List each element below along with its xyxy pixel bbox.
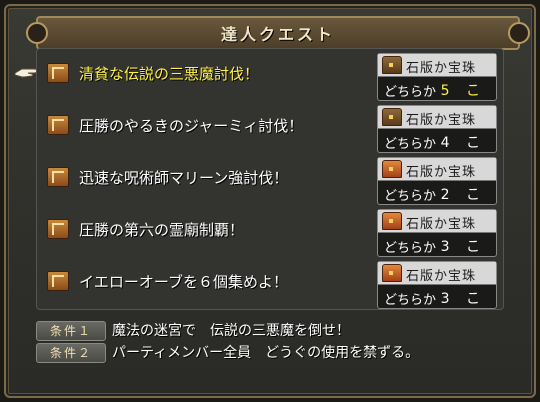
pointing-hand-icon xyxy=(14,68,38,78)
quest-name: イエローオーブを６個集めよ！ xyxy=(79,273,288,291)
reward-prefix: どちらか xyxy=(384,241,437,256)
quest-list: 清貧な伝説の三悪魔討伐！ 石版か宝珠 どちらか 5 こ 圧勝のやるきのジャーミィ… xyxy=(36,48,504,310)
quest-row-2[interactable]: 圧勝のやるきのジャーミィ討伐！ 石版か宝珠 どちらか 4 こ xyxy=(37,101,503,153)
treasure-chest-icon xyxy=(382,160,402,178)
right-ornament-icon xyxy=(508,22,530,44)
quest-row-4[interactable]: 圧勝の第六の霊廟制覇！ 石版か宝珠 どちらか 3 こ xyxy=(37,205,503,257)
reward-item: 石版か宝珠 xyxy=(406,113,477,128)
reward-count: 4 こ xyxy=(440,135,486,151)
condition-label: 条件２ xyxy=(36,343,106,363)
treasure-chest-icon xyxy=(382,108,402,126)
scroll-book-icon xyxy=(47,271,69,291)
reward-item: 石版か宝珠 xyxy=(406,61,477,76)
reward-box: 石版か宝珠 どちらか 3 こ xyxy=(377,261,497,309)
reward-prefix: どちらか xyxy=(384,85,437,100)
quest-row-5[interactable]: イエローオーブを６個集めよ！ 石版か宝珠 どちらか 3 こ xyxy=(37,257,503,309)
reward-count: 3 こ xyxy=(440,239,486,255)
quest-name: 圧勝の第六の霊廟制覇！ xyxy=(79,221,245,239)
treasure-chest-icon xyxy=(382,264,402,282)
reward-box: 石版か宝珠 どちらか 3 こ xyxy=(377,209,497,257)
condition-2: 条件２ パーティメンバー全員 どうぐの使用を禁ずる。 xyxy=(36,342,502,363)
conditions-panel: 条件１ 魔法の迷宮で 伝説の三悪魔を倒せ！ 条件２ パーティメンバー全員 どうぐ… xyxy=(36,318,502,368)
condition-text: 魔法の迷宮で 伝説の三悪魔を倒せ！ xyxy=(112,323,350,339)
scroll-book-icon xyxy=(47,219,69,239)
reward-item: 石版か宝珠 xyxy=(406,165,477,180)
scroll-book-icon xyxy=(47,115,69,135)
reward-item: 石版か宝珠 xyxy=(406,217,477,232)
reward-count: 2 こ xyxy=(440,187,486,203)
reward-box: 石版か宝珠 どちらか 4 こ xyxy=(377,105,497,153)
condition-text: パーティメンバー全員 どうぐの使用を禁ずる。 xyxy=(112,345,420,361)
reward-count: 5 こ xyxy=(440,83,486,99)
reward-box: 石版か宝珠 どちらか 5 こ xyxy=(377,53,497,101)
treasure-chest-icon xyxy=(382,212,402,230)
quest-name: 迅速な呪術師マリーン強討伐！ xyxy=(79,169,289,187)
treasure-chest-icon xyxy=(382,56,402,74)
quest-row-1[interactable]: 清貧な伝説の三悪魔討伐！ 石版か宝珠 どちらか 5 こ xyxy=(37,49,503,101)
reward-prefix: どちらか xyxy=(384,137,437,152)
title-bar: 達人クエスト xyxy=(26,16,530,50)
reward-prefix: どちらか xyxy=(384,189,437,204)
condition-1: 条件１ 魔法の迷宮で 伝説の三悪魔を倒せ！ xyxy=(36,320,502,341)
reward-item: 石版か宝珠 xyxy=(406,269,477,284)
window-title: 達人クエスト xyxy=(220,25,335,44)
reward-prefix: どちらか xyxy=(384,293,437,308)
reward-count: 3 こ xyxy=(440,291,486,307)
quest-row-3[interactable]: 迅速な呪術師マリーン強討伐！ 石版か宝珠 どちらか 2 こ xyxy=(37,153,503,205)
reward-box: 石版か宝珠 どちらか 2 こ xyxy=(377,157,497,205)
quest-name: 圧勝のやるきのジャーミィ討伐！ xyxy=(79,117,304,135)
left-ornament-icon xyxy=(26,22,48,44)
quest-name: 清貧な伝説の三悪魔討伐！ xyxy=(79,65,260,83)
scroll-book-icon xyxy=(47,63,69,83)
scroll-book-icon xyxy=(47,167,69,187)
condition-label: 条件１ xyxy=(36,321,106,341)
